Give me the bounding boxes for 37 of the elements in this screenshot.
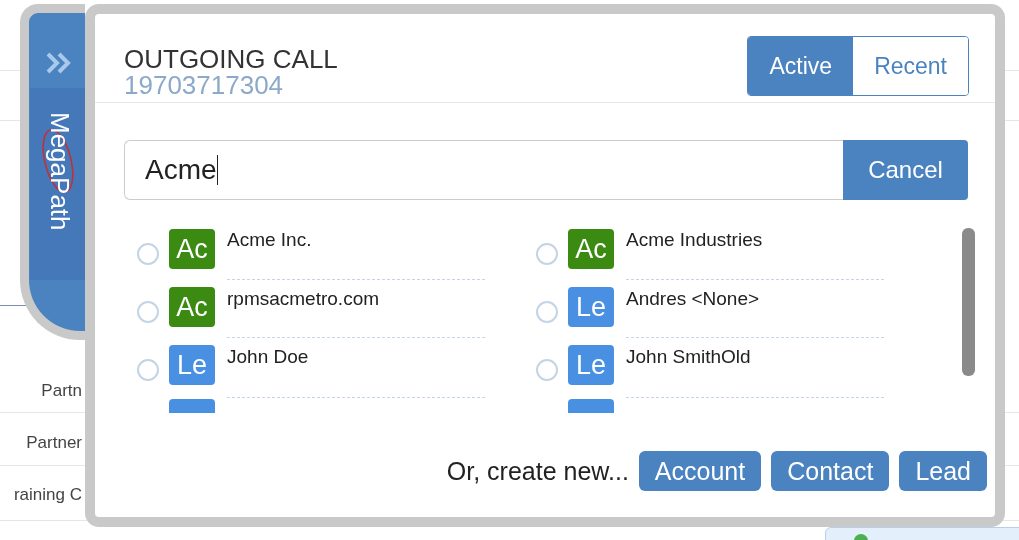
create-prompt: Or, create new... [446, 456, 629, 486]
expand-icon[interactable] [45, 51, 73, 75]
result-name[interactable]: John Doe [227, 337, 485, 368]
radio-button[interactable] [137, 243, 159, 265]
radio-button[interactable] [137, 359, 159, 381]
type-badge: Ac [169, 287, 215, 327]
radio-button[interactable] [536, 243, 558, 265]
cancel-button[interactable]: Cancel [843, 140, 968, 200]
tab[interactable]: Active [748, 37, 854, 95]
result-name[interactable]: John SmithOld [626, 337, 884, 368]
create-button[interactable]: Account [638, 451, 762, 491]
table-cell: raining C [13, 485, 82, 505]
call-title: OUTGOING CALL [124, 46, 338, 72]
type-badge: Ac [169, 229, 215, 269]
type-badge: Le [568, 345, 614, 385]
type-badge [568, 399, 614, 413]
radio-button[interactable] [536, 301, 558, 323]
result-name[interactable]: Acme Inc. [227, 229, 485, 251]
scrollbar[interactable] [962, 228, 975, 376]
create-button[interactable]: Lead [899, 451, 987, 491]
type-badge [169, 399, 215, 413]
search-text: Acme [145, 154, 217, 186]
type-badge: Ac [568, 229, 614, 269]
create-button[interactable]: Contact [771, 451, 890, 491]
result-name[interactable]: rpmsacmetro.com [227, 279, 485, 310]
phone-number: 19703717304 [124, 72, 285, 98]
table-cell: Partner [26, 433, 82, 453]
table-cell: Partn [41, 381, 82, 401]
radio-button[interactable] [137, 301, 159, 323]
radio-button[interactable] [536, 359, 558, 381]
type-badge: Le [169, 345, 215, 385]
type-badge: Le [568, 287, 614, 327]
side-tab[interactable]: MegaPath [20, 4, 85, 340]
logo: MegaPath [35, 108, 80, 233]
result-name[interactable]: Acme Industries [626, 229, 884, 251]
search-field[interactable]: Acme [124, 140, 843, 200]
result-name[interactable]: Andres <None> [626, 279, 884, 310]
